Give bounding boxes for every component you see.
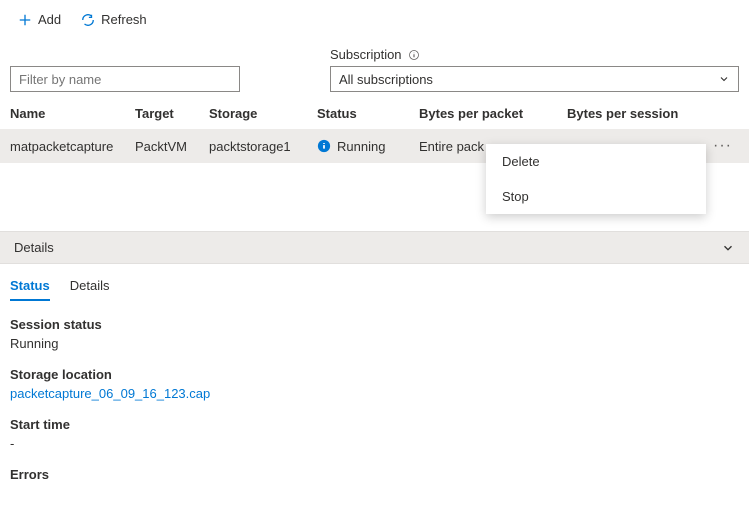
col-header-action bbox=[709, 106, 739, 121]
tab-details[interactable]: Details bbox=[70, 278, 110, 301]
filter-input[interactable] bbox=[10, 66, 240, 92]
errors-label: Errors bbox=[10, 467, 739, 482]
refresh-icon bbox=[81, 13, 95, 27]
toolbar: Add Refresh bbox=[0, 0, 749, 39]
subscription-select[interactable]: All subscriptions bbox=[330, 66, 739, 92]
table-header: Name Target Storage Status Bytes per pac… bbox=[0, 96, 749, 129]
refresh-label: Refresh bbox=[101, 12, 147, 27]
field-errors: Errors bbox=[10, 467, 739, 482]
tab-status[interactable]: Status bbox=[10, 278, 50, 301]
context-menu-stop[interactable]: Stop bbox=[486, 179, 706, 214]
chevron-down-icon bbox=[721, 241, 735, 255]
refresh-button[interactable]: Refresh bbox=[73, 8, 155, 31]
status-text: Running bbox=[337, 139, 385, 154]
storage-location-value[interactable]: packetcapture_06_09_16_123.cap bbox=[10, 386, 739, 401]
session-status-value: Running bbox=[10, 336, 739, 351]
cell-name: matpacketcapture bbox=[10, 139, 135, 154]
tabs: Status Details bbox=[0, 264, 749, 301]
subscription-label: Subscription bbox=[330, 47, 739, 62]
add-button[interactable]: Add bbox=[10, 8, 69, 31]
context-menu-delete[interactable]: Delete bbox=[486, 144, 706, 179]
storage-location-label: Storage location bbox=[10, 367, 739, 382]
col-header-bytes-session: Bytes per session bbox=[567, 106, 709, 121]
cell-storage: packtstorage1 bbox=[209, 139, 317, 154]
add-label: Add bbox=[38, 12, 61, 27]
details-bar-label: Details bbox=[14, 240, 54, 255]
detail-content: Session status Running Storage location … bbox=[0, 301, 749, 514]
col-header-status: Status bbox=[317, 106, 419, 121]
col-header-bytes-packet: Bytes per packet bbox=[419, 106, 567, 121]
subscription-label-text: Subscription bbox=[330, 47, 402, 62]
cell-target: PacktVM bbox=[135, 139, 209, 154]
field-session-status: Session status Running bbox=[10, 317, 739, 351]
chevron-down-icon bbox=[718, 73, 730, 85]
context-menu: Delete Stop bbox=[486, 144, 706, 214]
filter-row: Subscription All subscriptions bbox=[0, 39, 749, 96]
plus-icon bbox=[18, 13, 32, 27]
col-header-storage: Storage bbox=[209, 106, 317, 121]
col-header-name: Name bbox=[10, 106, 135, 121]
col-header-target: Target bbox=[135, 106, 209, 121]
cell-action: ··· bbox=[709, 137, 739, 155]
session-status-label: Session status bbox=[10, 317, 739, 332]
field-storage-location: Storage location packetcapture_06_09_16_… bbox=[10, 367, 739, 401]
field-start-time: Start time - bbox=[10, 417, 739, 451]
info-icon bbox=[408, 49, 420, 61]
subscription-block: Subscription All subscriptions bbox=[330, 47, 739, 92]
start-time-value: - bbox=[10, 436, 739, 451]
status-info-icon bbox=[317, 139, 331, 153]
row-actions-button[interactable]: ··· bbox=[709, 137, 736, 155]
subscription-selected: All subscriptions bbox=[339, 72, 433, 87]
start-time-label: Start time bbox=[10, 417, 739, 432]
cell-status: Running bbox=[317, 139, 419, 154]
details-bar[interactable]: Details bbox=[0, 231, 749, 264]
